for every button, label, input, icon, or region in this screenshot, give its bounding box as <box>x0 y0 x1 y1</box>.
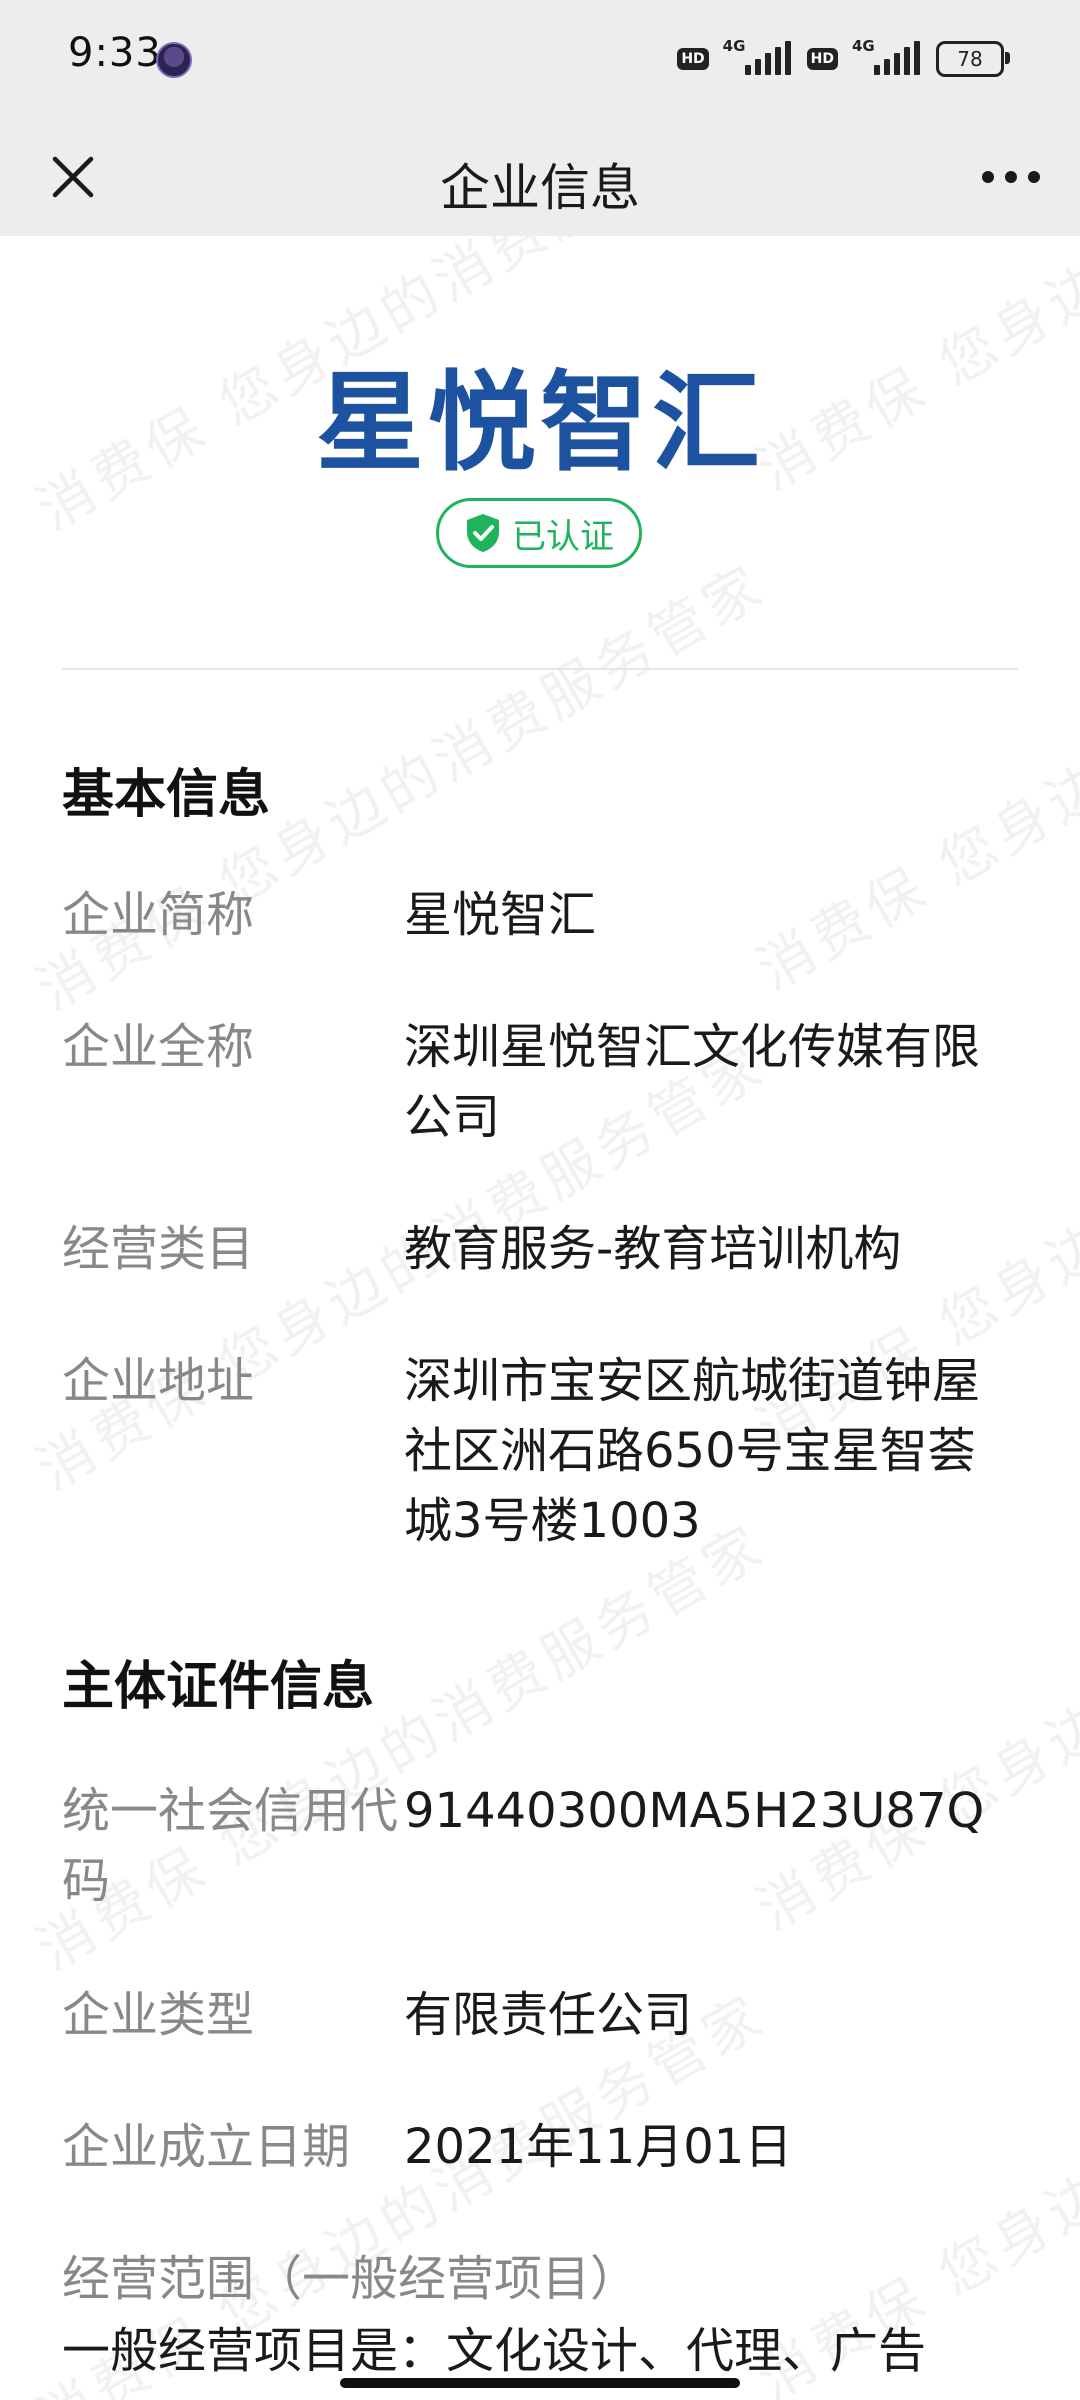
network-type-2: 4G <box>852 37 875 55</box>
section-title-basic-info: 基本信息 <box>62 765 271 825</box>
section-title-license-info: 主体证件信息 <box>62 1657 375 1717</box>
more-dot-icon <box>1028 171 1040 183</box>
info-row-address: 企业地址 深圳市宝安区航城街道钟屋社区洲石路650号宝星智荟城3号楼1003 <box>62 1346 1022 1556</box>
info-label: 企业地址 <box>62 1353 255 1409</box>
more-options-button[interactable] <box>966 140 1056 214</box>
info-value: 深圳星悦智汇文化传媒有限公司 <box>404 1019 981 1145</box>
info-label: 企业全称 <box>62 1019 255 1075</box>
notification-avatar-icon <box>156 42 192 78</box>
info-row-business-category: 经营类目 教育服务-教育培训机构 <box>62 1214 1022 1284</box>
info-row-company-type: 企业类型 有限责任公司 <box>62 1980 1022 2050</box>
hd-voice-icon: HD <box>677 48 709 70</box>
info-value: 2021年11月01日 <box>404 2119 793 2175</box>
info-value: 91440300MA5H23U87Q <box>404 1783 985 1839</box>
business-scope-label: 经营范围（一般经营项目） <box>62 2251 639 2307</box>
info-value: 星悦智汇 <box>404 887 597 943</box>
cellular-signal-1-icon: 4G <box>722 37 793 79</box>
info-row-short-name: 企业简称 星悦智汇 <box>62 880 1022 950</box>
info-label: 统一社会信用代码 <box>62 1783 399 1909</box>
verified-badge: 已认证 <box>436 498 642 568</box>
info-label: 企业类型 <box>62 1987 255 2043</box>
info-label: 企业成立日期 <box>62 2119 351 2175</box>
info-value: 深圳市宝安区航城街道钟屋社区洲石路650号宝星智荟城3号楼1003 <box>404 1353 981 1549</box>
company-name-heading: 星悦智汇 <box>315 361 764 486</box>
battery-icon: 78 <box>936 41 1010 77</box>
info-label: 经营类目 <box>62 1221 255 1277</box>
status-indicators: HD 4G HD 4G 78 <box>677 34 1010 84</box>
info-row-full-name: 企业全称 深圳星悦智汇文化传媒有限公司 <box>62 1012 1022 1152</box>
divider <box>62 668 1018 670</box>
home-indicator[interactable] <box>340 2378 740 2388</box>
cellular-signal-2-icon: 4G <box>852 37 922 79</box>
info-row-established-date: 企业成立日期 2021年11月01日 <box>62 2112 1022 2182</box>
page-title: 企业信息 <box>440 159 640 217</box>
battery-level: 78 <box>957 47 983 71</box>
more-dot-icon <box>1005 171 1017 183</box>
status-bar: 9:33 HD 4G HD 4G 78 <box>0 0 1080 118</box>
network-type-1: 4G <box>722 37 746 55</box>
more-dot-icon <box>982 171 994 183</box>
page-content[interactable]: 消费保 您身边的消费服务管家 消费保 您身边的消费服务管家 消费保 您身边的消费… <box>0 236 1080 2400</box>
verified-label: 已认证 <box>512 516 614 557</box>
info-row-credit-code: 统一社会信用代码 91440300MA5H23U87Q <box>62 1776 1022 1916</box>
business-scope-text: 一般经营项目是：文化设计、代理、广告 <box>62 2323 927 2379</box>
title-bar: 企业信息 <box>0 118 1080 236</box>
shield-check-icon <box>467 514 499 552</box>
hd-voice-icon-2: HD <box>806 48 838 70</box>
info-value: 有限责任公司 <box>404 1987 693 2043</box>
info-value: 教育服务-教育培训机构 <box>404 1221 902 1277</box>
info-label: 企业简称 <box>62 887 255 943</box>
status-time: 9:33 <box>68 30 162 76</box>
